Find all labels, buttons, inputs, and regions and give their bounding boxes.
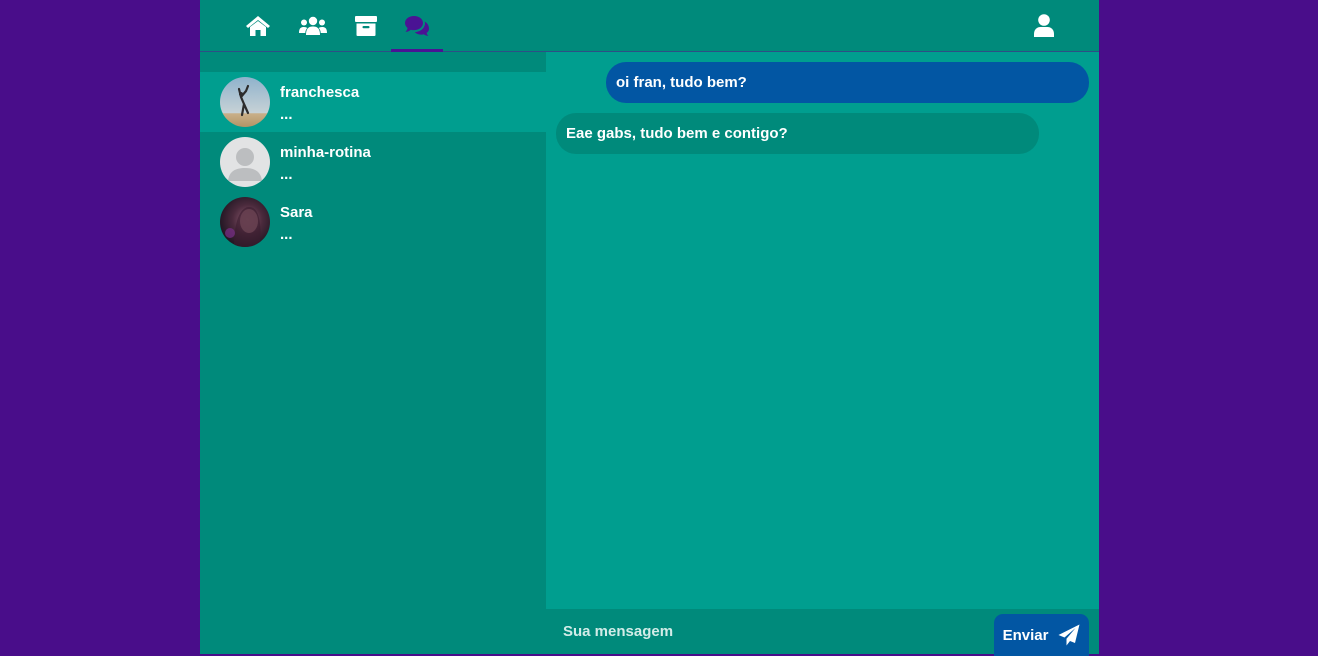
avatar xyxy=(220,137,270,187)
avatar xyxy=(220,77,270,127)
nav-chat[interactable] xyxy=(391,0,443,52)
send-label: Enviar xyxy=(1002,626,1049,644)
paper-plane-icon xyxy=(1058,624,1080,646)
conversation-item[interactable]: Sara ... xyxy=(200,192,546,252)
received-message: Eae gabs, tudo bem e contigo? xyxy=(556,113,1039,154)
message-text: Eae gabs, tudo bem e contigo? xyxy=(566,125,788,142)
conversation-name: minha-rotina xyxy=(280,144,371,161)
conversation-preview: ... xyxy=(280,166,293,183)
conversation-item[interactable]: franchesca ... xyxy=(200,72,546,132)
users-icon xyxy=(299,16,327,35)
top-navigation xyxy=(200,0,1099,52)
conversation-list: franchesca ... minha-rotina ... Sara ... xyxy=(200,52,546,654)
sent-message: oi fran, tudo bem? xyxy=(606,62,1089,103)
conversation-name: franchesca xyxy=(280,84,360,101)
nav-users[interactable] xyxy=(287,0,339,51)
conversation-preview: ... xyxy=(280,226,293,243)
message-input[interactable] xyxy=(546,609,986,654)
conversation-preview: ... xyxy=(280,106,293,123)
chat-bubbles-icon xyxy=(405,16,429,36)
message-area: oi fran, tudo bem? Eae gabs, tudo bem e … xyxy=(546,52,1099,609)
nav-archive[interactable] xyxy=(340,0,392,51)
send-button[interactable]: Enviar xyxy=(994,614,1089,656)
user-icon xyxy=(1034,14,1054,37)
nav-home[interactable] xyxy=(232,0,284,51)
message-text: oi fran, tudo bem? xyxy=(616,74,747,91)
profile-button[interactable] xyxy=(1018,0,1070,51)
home-icon xyxy=(246,15,270,36)
avatar xyxy=(220,197,270,247)
archive-icon xyxy=(355,15,377,36)
chat-app: franchesca ... minha-rotina ... Sara ...… xyxy=(200,0,1099,656)
conversation-item[interactable]: minha-rotina ... xyxy=(200,132,546,192)
conversation-name: Sara xyxy=(280,204,313,221)
message-composer: Enviar xyxy=(546,609,1099,656)
